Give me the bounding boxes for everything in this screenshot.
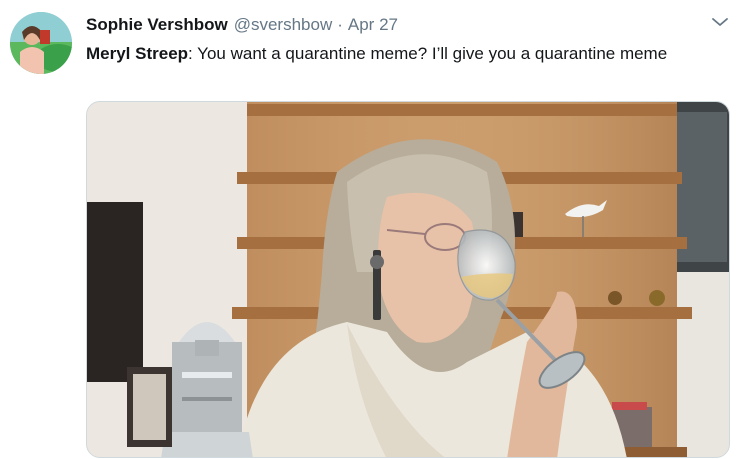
user-handle[interactable]: @svershbow [234, 15, 333, 35]
tweet-text-body: : You want a quarantine meme? I’ll give … [188, 44, 668, 63]
tweet-date[interactable]: Apr 27 [348, 15, 398, 35]
tweet-text-author: Meryl Streep [86, 44, 189, 63]
tweet-header: Sophie Vershbow @svershbow · Apr 27 [86, 15, 398, 37]
avatar[interactable] [10, 12, 72, 74]
tweet-card[interactable]: Sophie Vershbow @svershbow · Apr 27 Mery… [0, 0, 740, 459]
display-name[interactable]: Sophie Vershbow [86, 15, 228, 35]
tweet-text: Meryl Streep: You want a quarantine meme… [86, 42, 706, 65]
separator-dot: · [337, 15, 343, 34]
chevron-down-icon[interactable] [710, 14, 730, 30]
tweet-media-image[interactable] [86, 101, 730, 458]
